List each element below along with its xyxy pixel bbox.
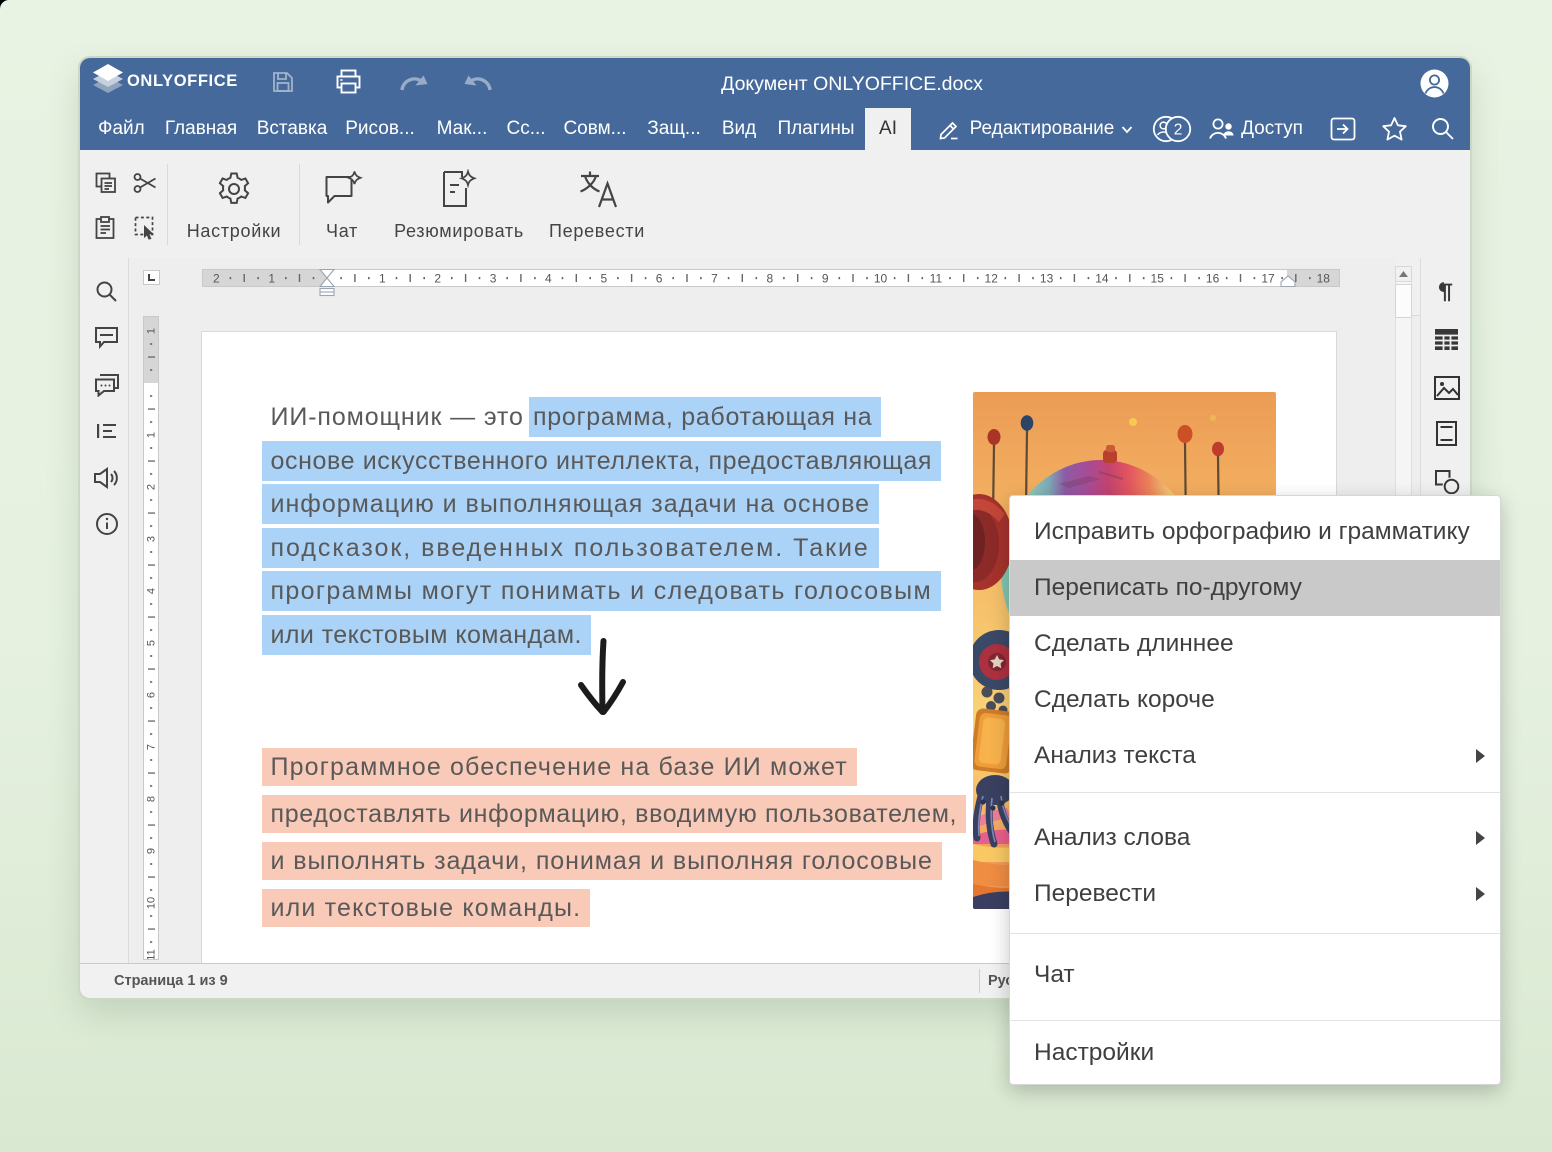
svg-text:6: 6 [146, 692, 158, 698]
svg-text:8: 8 [146, 796, 158, 802]
svg-text:2: 2 [213, 272, 220, 286]
svg-text:10: 10 [146, 897, 158, 909]
svg-text:15: 15 [1151, 272, 1165, 286]
svg-text:4: 4 [545, 272, 552, 286]
svg-text:1: 1 [146, 432, 158, 438]
svg-text:16: 16 [1206, 272, 1220, 286]
svg-text:2: 2 [1174, 122, 1183, 139]
svg-text:1: 1 [379, 272, 386, 286]
svg-text:1: 1 [268, 272, 275, 286]
svg-text:11: 11 [146, 949, 158, 960]
svg-text:6: 6 [656, 272, 663, 286]
svg-text:1: 1 [146, 328, 158, 334]
svg-text:11: 11 [930, 272, 943, 286]
svg-text:8: 8 [766, 272, 773, 286]
svg-text:14: 14 [1095, 272, 1109, 286]
svg-text:3: 3 [490, 272, 497, 286]
svg-text:18: 18 [1317, 272, 1331, 286]
svg-text:10: 10 [874, 272, 888, 286]
svg-text:9: 9 [146, 848, 158, 854]
svg-text:2: 2 [434, 272, 441, 286]
svg-text:2: 2 [146, 484, 158, 490]
svg-text:17: 17 [1261, 272, 1275, 286]
svg-text:5: 5 [600, 272, 607, 286]
svg-text:12: 12 [985, 272, 999, 286]
svg-text:7: 7 [146, 744, 158, 750]
svg-text:7: 7 [711, 272, 718, 286]
svg-text:9: 9 [822, 272, 829, 286]
svg-text:4: 4 [146, 588, 158, 594]
svg-text:13: 13 [1040, 272, 1054, 286]
svg-text:5: 5 [146, 640, 158, 646]
svg-text:3: 3 [146, 536, 158, 542]
